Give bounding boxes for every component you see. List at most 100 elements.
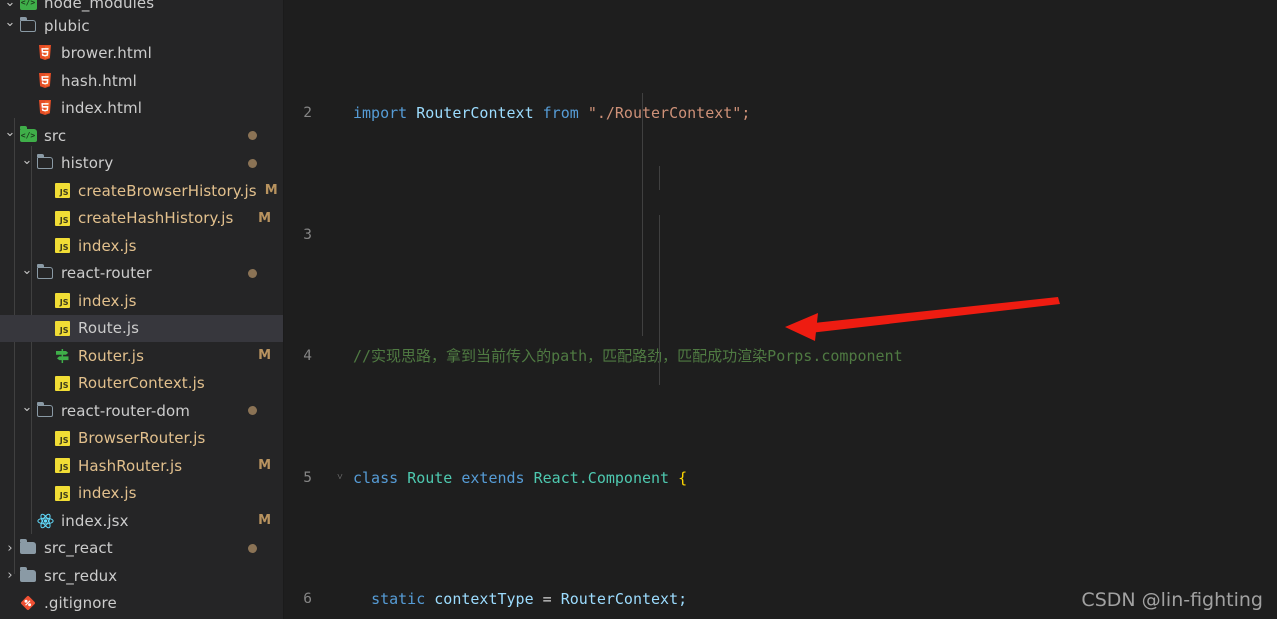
token-from: from	[542, 104, 579, 123]
chevron-right-icon[interactable]: ›	[2, 542, 18, 555]
token-class: class	[353, 468, 399, 487]
code-line[interactable]: 2 import RouterContext from "./RouterCon…	[284, 101, 1277, 125]
tree-item-label: createBrowserHistory.js	[78, 181, 257, 200]
line-text[interactable]: import RouterContext from "./RouterConte…	[348, 101, 750, 125]
tree-item-gitignore[interactable]: .gitignore	[0, 590, 283, 618]
tree-item-router-js[interactable]: Router.js M	[0, 342, 283, 370]
javascript-icon: JS	[52, 292, 72, 310]
indent-guide	[642, 93, 643, 336]
tree-item-label: createHashHistory.js	[78, 209, 234, 228]
folder-open-icon	[35, 401, 55, 420]
vscode-window: ⌄ </> node_modules ⌄ plubic brower.html hash…	[0, 0, 1277, 619]
code-content[interactable]: 2 import RouterContext from "./RouterCon…	[284, 0, 1277, 619]
tree-item-routercontext-js[interactable]: JS RouterContext.js	[0, 370, 283, 398]
chevron-down-icon[interactable]: ⌄	[19, 401, 35, 414]
folder-icon	[18, 539, 38, 557]
fold-chevron-icon[interactable]: ˅	[332, 472, 348, 483]
line-text[interactable]: class Route extends React.Component {	[348, 466, 687, 490]
chevron-down-icon[interactable]: ⌄	[2, 16, 18, 29]
tree-item-src[interactable]: ⌄ </> src	[0, 122, 283, 150]
tree-item-brower-html[interactable]: brower.html	[0, 40, 283, 68]
tree-item-label: react-router-dom	[61, 401, 190, 420]
tree-item-index-js[interactable]: JS index.js	[0, 232, 283, 260]
chevron-down-icon[interactable]: ⌄	[19, 154, 35, 167]
tree-item-hash-html[interactable]: hash.html	[0, 67, 283, 95]
folder-open-icon	[18, 16, 38, 35]
javascript-icon: JS	[52, 209, 72, 227]
tree-item-browserrouter-js[interactable]: JS BrowserRouter.js	[0, 425, 283, 453]
modified-dot-indicator	[248, 543, 257, 553]
code-line[interactable]: 5 ˅ class Route extends React.Component …	[284, 466, 1277, 490]
tree-item-index-html[interactable]: index.html	[0, 95, 283, 123]
modified-dot-indicator	[248, 158, 257, 168]
tree-item-plubic[interactable]: ⌄ plubic	[0, 12, 283, 40]
token-router-context-ref: RouterContext;	[560, 590, 688, 609]
tree-item-hashrouter-js[interactable]: JS HashRouter.js M	[0, 452, 283, 480]
tree-item-label: Route.js	[78, 319, 140, 338]
javascript-icon: JS	[52, 319, 72, 337]
tree-item-label: react-router	[61, 264, 152, 283]
tree-item-label: history	[61, 154, 114, 173]
tree-item-src-redux[interactable]: › src_redux	[0, 562, 283, 590]
tree-item-react-router-dom[interactable]: ⌄ react-router-dom	[0, 397, 283, 425]
tree-item-label: brower.html	[61, 44, 152, 63]
react-icon	[35, 512, 55, 530]
token-equals: =	[542, 590, 552, 609]
javascript-icon: JS	[52, 374, 72, 392]
indent-guide	[659, 166, 660, 190]
indent-guide	[659, 215, 660, 385]
line-number: 3	[303, 226, 312, 243]
tree-item-react-router[interactable]: ⌄ react-router	[0, 260, 283, 288]
watermark-text: CSDN @lin-fighting	[1081, 589, 1263, 611]
tree-item-index-js[interactable]: JS index.js	[0, 480, 283, 508]
code-line[interactable]: 3	[284, 223, 1277, 247]
chevron-down-icon[interactable]: ⌄	[2, 126, 18, 139]
line-text[interactable]: static contextType = RouterContext;	[348, 587, 687, 611]
tree-item-label: BrowserRouter.js	[78, 429, 206, 448]
tree-item-history[interactable]: ⌄ history	[0, 150, 283, 178]
javascript-icon: JS	[52, 457, 72, 475]
code-editor[interactable]: 2 import RouterContext from "./RouterCon…	[284, 0, 1277, 619]
tree-item-label: src_redux	[44, 566, 118, 585]
explorer-sidebar[interactable]: ⌄ </> node_modules ⌄ plubic brower.html hash…	[0, 0, 284, 619]
tree-item-label: hash.html	[61, 71, 137, 90]
tree-item-label: HashRouter.js	[78, 456, 183, 475]
tree-item-index-js[interactable]: JS index.js	[0, 287, 283, 315]
git-status-badge: M	[258, 210, 271, 226]
line-number: 6	[303, 591, 312, 608]
chevron-down-icon[interactable]: ⌄	[19, 264, 35, 277]
tree-item-label: index.js	[78, 291, 137, 310]
tree-item-label: plubic	[44, 16, 90, 35]
tree-item-route-js[interactable]: JS Route.js	[0, 314, 283, 342]
folder-open-icon	[35, 154, 55, 172]
javascript-icon: JS	[52, 484, 72, 502]
tree-item-src-react[interactable]: › src_react	[0, 535, 283, 563]
token-router-context: RouterContext	[416, 104, 534, 123]
tree-item-createhashhistory-js[interactable]: JS createHashHistory.js M	[0, 205, 283, 233]
chevron-right-icon[interactable]: ›	[2, 569, 18, 582]
line-number: 2	[303, 105, 312, 122]
code-line[interactable]: 4 //实现思路，拿到当前传入的path，匹配路劲，匹配成功渲染Porps.co…	[284, 344, 1277, 368]
tree-item-index-jsx[interactable]: index.jsx M	[0, 507, 283, 535]
token-module-path: "./RouterContext";	[587, 104, 751, 123]
tree-item-label: index.js	[78, 236, 137, 255]
chevron-down-icon[interactable]: ⌄	[2, 0, 18, 9]
line-number: 5	[303, 469, 312, 486]
tree-item-node-modules[interactable]: ⌄ </> node_modules	[0, 0, 283, 12]
git-status-badge: M	[258, 348, 271, 364]
tree-item-label: src	[44, 126, 67, 145]
token-import: import	[353, 104, 408, 123]
tree-item-createbrowserhistory-js[interactable]: JS createBrowserHistory.js M	[0, 177, 283, 205]
file-tree[interactable]: ⌄ </> node_modules ⌄ plubic brower.html hash…	[0, 0, 283, 617]
